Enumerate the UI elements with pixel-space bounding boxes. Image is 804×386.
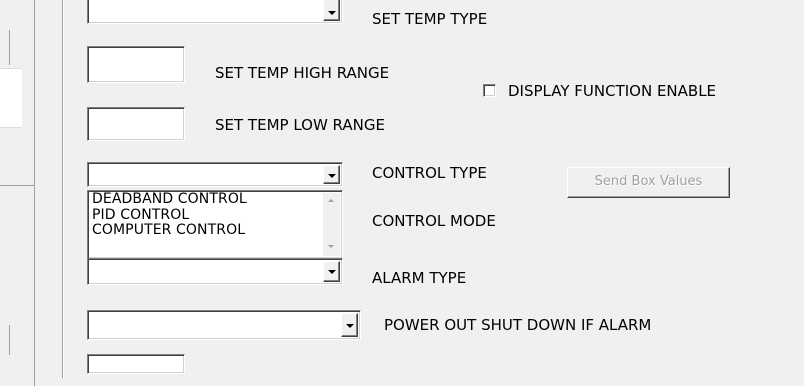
next-field[interactable] (87, 354, 185, 374)
display-function-enable-label[interactable]: DISPLAY FUNCTION ENABLE (508, 82, 716, 100)
control-type-combo[interactable] (87, 162, 343, 187)
control-mode-label: CONTROL MODE (372, 212, 496, 230)
scroll-up-icon[interactable] (328, 199, 334, 202)
control-mode-listbox[interactable]: DEADBAND CONTROL PID CONTROL COMPUTER CO… (87, 190, 343, 259)
left-divider (9, 325, 10, 355)
set-temp-high-label: SET TEMP HIGH RANGE (215, 64, 390, 82)
display-function-enable-checkbox[interactable] (483, 84, 496, 97)
chevron-down-icon (328, 270, 336, 274)
scroll-down-icon[interactable] (328, 245, 334, 248)
list-item[interactable]: DEADBAND CONTROL (92, 191, 342, 208)
chevron-down-icon (328, 11, 336, 15)
chevron-down-icon (346, 324, 354, 328)
send-box-values-button[interactable]: Send Box Values (567, 167, 730, 198)
set-temp-type-dropdown-button[interactable] (323, 0, 340, 21)
set-temp-low-field[interactable] (87, 107, 185, 141)
left-divider (9, 30, 10, 65)
control-type-label: CONTROL TYPE (372, 164, 487, 182)
power-out-combo[interactable] (87, 310, 361, 340)
set-temp-low-label: SET TEMP LOW RANGE (215, 116, 385, 134)
control-type-dropdown-button[interactable] (323, 165, 340, 184)
set-temp-high-field[interactable] (87, 46, 185, 83)
alarm-type-combo[interactable] (87, 258, 343, 285)
power-out-dropdown-button[interactable] (341, 313, 358, 337)
left-panel-field (0, 68, 22, 128)
list-item[interactable]: COMPUTER CONTROL (92, 222, 342, 239)
alarm-type-dropdown-button[interactable] (323, 261, 340, 282)
alarm-type-label: ALARM TYPE (372, 269, 467, 287)
control-mode-scrollbar[interactable] (323, 193, 340, 256)
power-out-label: POWER OUT SHUT DOWN IF ALARM (384, 316, 652, 334)
chevron-down-icon (328, 174, 336, 178)
left-group-frame (0, 185, 35, 386)
set-temp-type-combo[interactable] (87, 0, 343, 24)
set-temp-type-label: SET TEMP TYPE (372, 10, 488, 28)
list-item[interactable]: PID CONTROL (92, 207, 342, 224)
